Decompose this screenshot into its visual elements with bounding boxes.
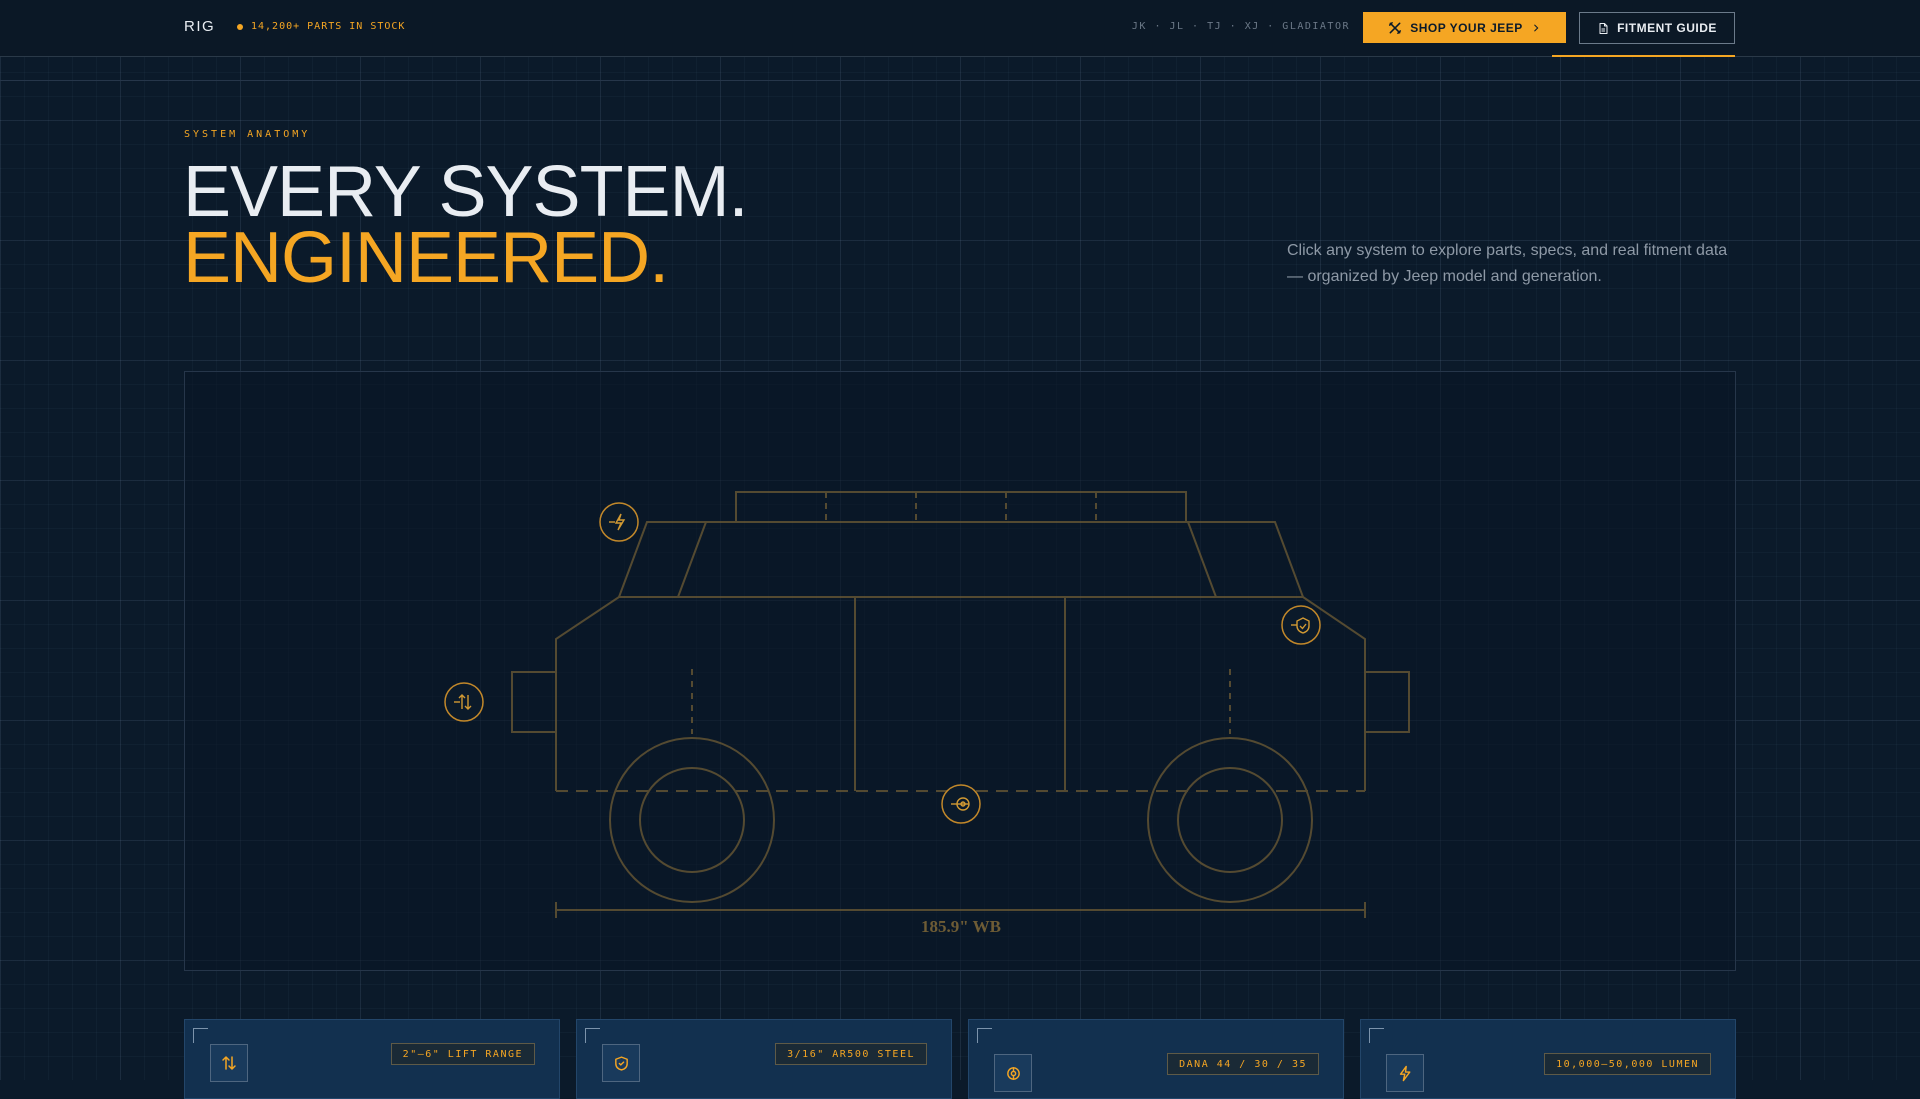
system-card-armor[interactable]: 3/16" AR500 STEEL: [576, 1019, 952, 1099]
fitment-guide-button[interactable]: FITMENT GUIDE: [1579, 12, 1735, 44]
shop-your-jeep-button[interactable]: SHOP YOUR JEEP: [1363, 12, 1566, 43]
card-icon-box: [210, 1044, 248, 1082]
card-spec-tag: DANA 44 / 30 / 35: [1167, 1053, 1319, 1075]
up-down-arrows-icon: [222, 1056, 236, 1070]
card-icon-box: [994, 1054, 1032, 1092]
card-corner-mark: [1369, 1028, 1384, 1043]
status-dot-icon: [237, 23, 243, 30]
stock-status: 14,200+ PARTS IN STOCK: [237, 21, 405, 32]
stock-status-text: 14,200+ PARTS IN STOCK: [251, 21, 406, 32]
section-eyebrow: SYSTEM ANATOMY: [184, 129, 311, 140]
card-corner-mark: [585, 1028, 600, 1043]
model-list[interactable]: JK · JL · TJ · XJ · GLADIATOR: [1132, 21, 1350, 32]
gear-icon: [1006, 1066, 1020, 1080]
hotspot-lighting[interactable]: [599, 502, 639, 542]
card-corner-mark: [977, 1028, 992, 1043]
wheelbase-label: 185.9" WB: [921, 917, 1001, 936]
active-underline: [1552, 55, 1735, 57]
system-card-lighting[interactable]: 10,000–50,000 LUMEN: [1360, 1019, 1736, 1099]
document-icon: [1599, 22, 1608, 34]
tools-icon: [1389, 21, 1402, 34]
fitment-guide-label: FITMENT GUIDE: [1617, 21, 1717, 35]
card-corner-mark: [193, 1028, 208, 1043]
hotspot-axles[interactable]: [941, 784, 981, 824]
system-card-suspension[interactable]: 2"–6" LIFT RANGE: [184, 1019, 560, 1099]
hotspot-suspension[interactable]: [444, 682, 484, 722]
system-card-axles[interactable]: DANA 44 / 30 / 35: [968, 1019, 1344, 1099]
shop-your-jeep-label: SHOP YOUR JEEP: [1410, 20, 1523, 35]
card-icon-box: [1386, 1054, 1424, 1092]
hero-description: Click any system to explore parts, specs…: [1287, 242, 1728, 285]
jeep-outline-drawing: [511, 491, 1410, 918]
card-spec-tag: 3/16" AR500 STEEL: [775, 1043, 927, 1065]
card-icon-box: [602, 1044, 640, 1082]
card-spec-tag: 10,000–50,000 LUMEN: [1544, 1053, 1711, 1075]
hero-title-line2: ENGINEERED.: [183, 218, 669, 298]
vehicle-blueprint: 185.9" WB: [184, 371, 1736, 971]
section-divider: [0, 80, 1920, 81]
bolt-icon: [1399, 1065, 1410, 1081]
shield-icon: [614, 1055, 628, 1071]
chevron-right-icon: [1534, 24, 1539, 31]
top-nav-bar: RIG 14,200+ PARTS IN STOCK JK · JL · TJ …: [0, 0, 1920, 57]
site-logo[interactable]: RIG: [184, 18, 215, 35]
hotspot-armor[interactable]: [1281, 605, 1321, 645]
card-spec-tag: 2"–6" LIFT RANGE: [390, 1043, 535, 1065]
